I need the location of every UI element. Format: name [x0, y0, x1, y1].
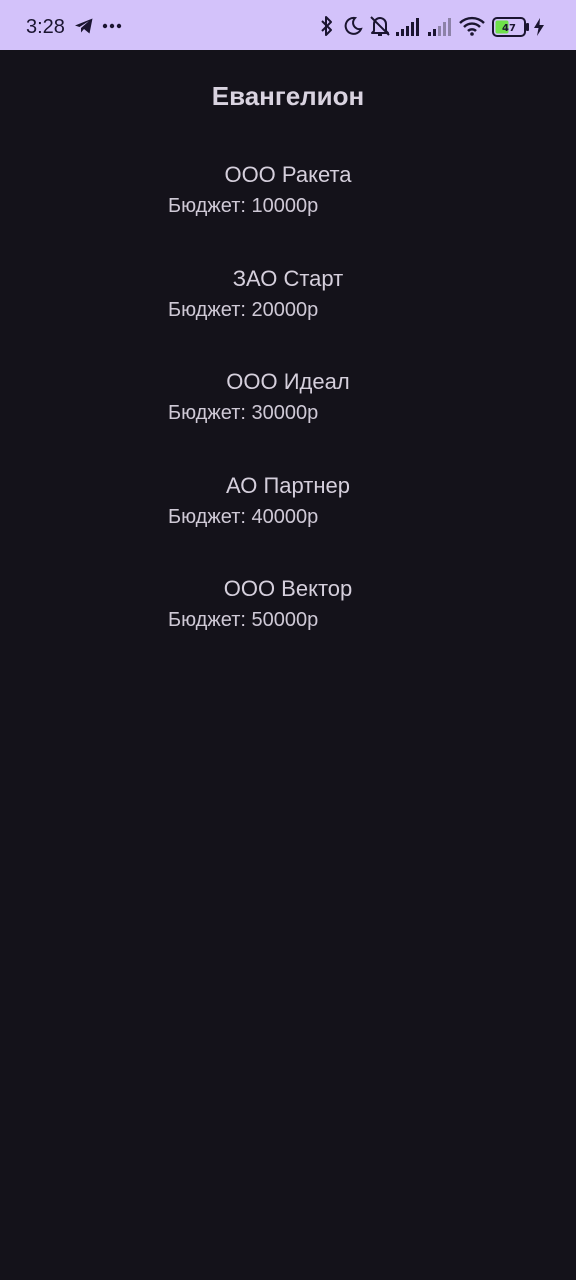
company-budget: Бюджет: 10000р	[168, 195, 319, 217]
status-bar: 3:28 47	[0, 0, 576, 50]
company-budget: Бюджет: 50000р	[168, 609, 319, 631]
company-name: ООО Идеал	[226, 369, 350, 394]
company-item[interactable]: АО Партнер Бюджет: 40000р	[168, 472, 408, 576]
company-item[interactable]: ООО Ракета Бюджет: 10000р	[168, 161, 408, 265]
bell-off-icon	[370, 16, 390, 36]
company-item[interactable]: ООО Вектор Бюджет: 50000р	[168, 575, 408, 679]
company-item[interactable]: ЗАО Старт Бюджет: 20000р	[168, 265, 408, 369]
company-item[interactable]: ООО Идеал Бюджет: 30000р	[168, 368, 408, 472]
telegram-icon	[75, 18, 93, 34]
company-budget: Бюджет: 40000р	[168, 505, 319, 528]
company-name: ООО Ракета	[224, 162, 352, 187]
company-budget: Бюджет: 30000р	[168, 402, 319, 424]
company-name: ЗАО Старт	[232, 265, 344, 291]
wifi-icon	[459, 16, 485, 36]
company-list: ООО Ракета Бюджет: 10000р ЗАО Старт Бюдж…	[168, 161, 408, 679]
company-name: АО Партнер	[226, 472, 350, 498]
moon-icon	[344, 16, 363, 35]
bluetooth-icon	[321, 16, 332, 36]
battery-icon: 47	[492, 17, 529, 37]
company-name: ООО Вектор	[223, 576, 353, 601]
battery-level: 47	[502, 23, 516, 34]
company-budget: Бюджет: 20000р	[168, 298, 319, 321]
app-screen: 3:28 47 Евангелион ООО Ракета Бюджет: 10…	[0, 0, 576, 1280]
signal-icon	[396, 18, 419, 36]
status-time: 3:28	[26, 16, 65, 38]
more-dots-icon	[102, 23, 122, 29]
page-title: Евангелион	[211, 81, 365, 111]
charging-icon	[534, 18, 544, 36]
signal-icon	[428, 18, 451, 36]
